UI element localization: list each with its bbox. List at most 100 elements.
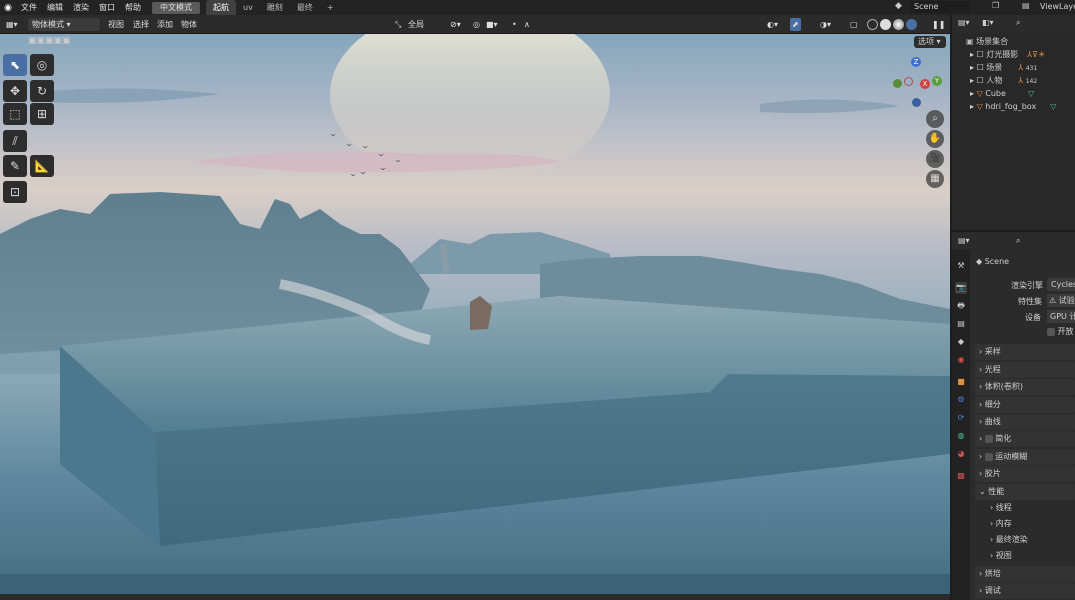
panel-bake[interactable]: › 烘培 [975,566,1075,582]
render-engine-dropdown[interactable]: Cycles [1047,278,1075,291]
pause-render-icon[interactable]: ❚❚ [932,18,945,31]
outliner-search-icon[interactable]: ⌕ [1016,18,1020,28]
checkbox-box[interactable] [1047,327,1055,336]
outliner-editor-icon[interactable]: ▤▾ [958,18,970,27]
outliner-row[interactable]: ▸ ▽ Cube ▽ [970,87,1034,100]
visibility-icon[interactable]: ◐▾ [767,18,778,31]
new-scene-icon[interactable]: ❐ [992,1,1004,13]
zoom-icon[interactable]: ⌕ [926,110,944,128]
menu-window[interactable]: 窗口 [94,0,120,15]
panel-performance[interactable]: ⌄ 性能 [975,484,1075,500]
scale-tool-icon[interactable]: ⬚ [3,103,27,125]
mode-dropdown[interactable]: 物体模式 ▾ [28,18,100,31]
outliner-row[interactable]: ▸ ☐ 场景 ⅄ 431 [970,61,1037,74]
panel-checkbox[interactable] [984,434,993,443]
solid-shading-icon[interactable] [880,19,891,30]
object-tab-icon[interactable]: ■ [955,376,967,388]
texture-tab-icon[interactable]: ▩ [955,470,967,482]
gizmo-neg-z[interactable] [912,98,921,107]
gizmo-z-axis[interactable]: Z [911,57,921,67]
annotate-tool-icon[interactable]: ⫽ [3,130,27,152]
panel-simplify[interactable]: › 简化 [975,431,1075,447]
falloff-icon[interactable]: ∧ [524,18,530,31]
menu-add[interactable]: 添加 [157,18,173,31]
outliner-collection-row[interactable]: ▣ 场景集合 [966,35,1008,48]
subpanel-threads[interactable]: › 线程 [990,501,1012,515]
gizmo-y-axis[interactable]: Y [932,76,942,86]
camera-view-icon[interactable]: 🎥 [926,150,944,168]
transform-tool-icon[interactable]: ⊞ [30,103,54,125]
gizmo-neg-y[interactable] [893,79,902,88]
gizmo-neg-x[interactable] [904,77,913,86]
menu-object[interactable]: 物体 [181,18,197,31]
panel-motion-blur[interactable]: › 运动模糊 [975,449,1075,465]
snap-target-icon[interactable]: ■▾ [486,18,498,31]
menu-render[interactable]: 渲染 [68,0,94,15]
view-layer-field[interactable]: ViewLaye [1040,1,1075,13]
blender-logo-icon[interactable]: ◉ [0,3,16,13]
measure-tool-icon[interactable]: 📐 [30,155,54,177]
material-shading-icon[interactable] [893,19,904,30]
pivot-icon[interactable]: ⊘▾ [450,18,461,31]
particles-tab-icon[interactable]: ⟳ [955,412,967,424]
subpanel-final-render[interactable]: › 最终渲染 [990,533,1028,547]
selection-mode-icons[interactable]: ▣▣▣▣▣ [28,36,88,48]
gizmo-toggle-icon[interactable]: ⬈ [790,18,801,31]
panel-checkbox[interactable] [984,452,993,461]
menu-view[interactable]: 视图 [108,18,124,31]
subpanel-viewport[interactable]: › 视图 [990,549,1012,563]
physics-tab-icon[interactable]: ◍ [955,430,967,442]
outliner-row[interactable]: ▸ ☐ 人物 ⅄ 142 [970,74,1037,87]
tool-tab-icon[interactable]: ⚒ [955,260,967,272]
display-mode-icon[interactable]: ◧▾ [982,18,994,27]
feature-set-dropdown[interactable]: ⚠ 试验 [1047,294,1075,307]
cursor-tool-icon[interactable]: ◎ [30,54,54,76]
world-tab-icon[interactable]: ◉ [955,354,967,366]
3d-viewport[interactable]: ▣▣▣▣▣ ⬉ ◎ ✥ ↻ ⬚ ⊞ ⫽ ✎ 📐 ⊡ 选项 ▾ Z X Y ⌕ ✋… [0,34,950,594]
add-cube-tool-icon[interactable]: ⊡ [3,181,27,203]
draw-tool-icon[interactable]: ✎ [3,155,27,177]
menu-edit[interactable]: 编辑 [42,0,68,15]
subpanel-memory[interactable]: › 内存 [990,517,1012,531]
tab-workspace-2[interactable]: 雕刻 [260,0,290,15]
view-layer-tab-icon[interactable]: ▤ [955,318,967,330]
gizmo-x-axis[interactable]: X [920,79,930,89]
snap-icon[interactable]: ◎ [473,18,480,31]
modifier-tab-icon[interactable]: ⚙ [955,394,967,406]
menu-help[interactable]: 帮助 [120,0,146,15]
overlay-icon[interactable]: ◑▾ [820,18,831,31]
editor-type-icon[interactable]: ▦▾ [6,18,18,31]
panel-curves[interactable]: › 曲线 [975,414,1075,430]
tab-workspace-0[interactable]: 起航 [206,0,236,15]
transform-orientation-dropdown[interactable]: 全局 [408,18,424,31]
menu-file[interactable]: 文件 [16,0,42,15]
pan-hand-icon[interactable]: ✋ [926,130,944,148]
add-workspace-icon[interactable]: + [320,0,341,15]
material-tab-icon[interactable]: ◕ [955,448,967,460]
tab-workspace-3[interactable]: 最终 [290,0,320,15]
tab-workspace-1[interactable]: uv [236,0,260,15]
select-box-tool-icon[interactable]: ⬉ [3,54,27,76]
transform-orientation-icon[interactable]: ⤡ [395,18,401,31]
menu-select[interactable]: 选择 [133,18,149,31]
panel-debug[interactable]: › 调试 [975,583,1075,599]
wireframe-shading-icon[interactable] [867,19,878,30]
xray-icon[interactable]: ▢ [850,18,858,31]
panel-volumes[interactable]: › 体积(卷积) [975,379,1075,395]
properties-search-icon[interactable]: ⌕ [1016,236,1020,246]
device-dropdown[interactable]: GPU 计 [1047,310,1075,323]
panel-subdivision[interactable]: › 细分 [975,397,1075,413]
output-tab-icon[interactable]: 🖶 [955,300,967,312]
outliner-row[interactable]: ▸ ☐ 灯光摄影 ⅄⊽☀ [970,48,1045,61]
proportional-edit-icon[interactable]: • [512,18,517,31]
options-button[interactable]: 选项 ▾ [914,36,946,48]
scene-tab-icon[interactable]: ◆ [955,336,967,348]
move-tool-icon[interactable]: ✥ [3,80,27,102]
rotate-tool-icon[interactable]: ↻ [30,80,54,102]
panel-sampling[interactable]: › 采样 [975,344,1075,360]
perspective-grid-icon[interactable]: ▦ [926,170,944,188]
panel-light-paths[interactable]: › 光程 [975,362,1075,378]
rendered-shading-icon[interactable] [906,19,917,30]
properties-editor-icon[interactable]: ▤▾ [958,236,970,245]
language-button[interactable]: 中文模式 [152,1,200,14]
